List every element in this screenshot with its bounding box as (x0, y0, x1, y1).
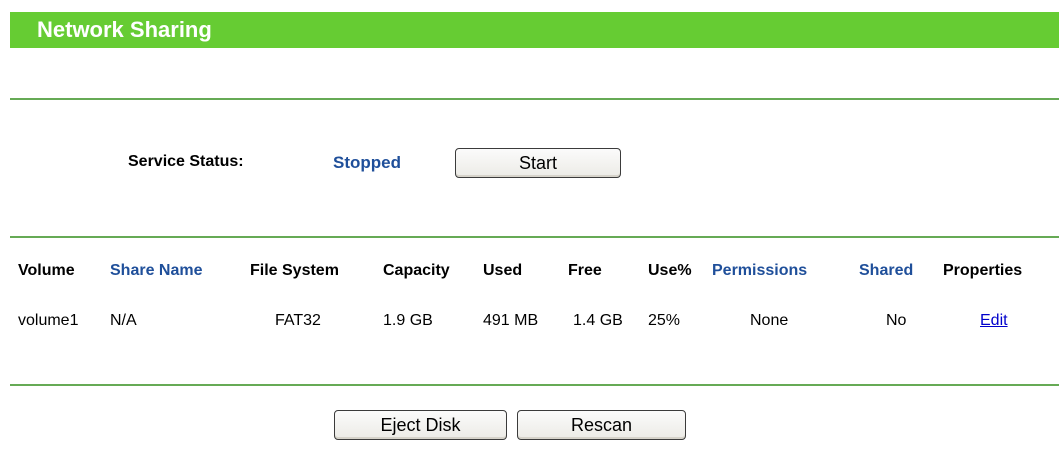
cell-free: 1.4 GB (573, 312, 623, 329)
divider (10, 384, 1059, 386)
cell-shared: No (886, 312, 907, 329)
title-bar: Network Sharing (10, 12, 1059, 48)
cell-share-name: N/A (110, 312, 137, 329)
divider (10, 98, 1059, 100)
column-header-free: Free (568, 262, 602, 279)
edit-link[interactable]: Edit (980, 312, 1008, 330)
divider (10, 236, 1059, 238)
column-header-capacity: Capacity (383, 262, 450, 279)
service-status-value: Stopped (333, 153, 401, 172)
column-header-file-system: File System (250, 262, 339, 279)
column-header-permissions[interactable]: Permissions (712, 262, 807, 280)
rescan-button[interactable]: Rescan (517, 410, 686, 440)
cell-volume: volume1 (18, 312, 79, 329)
service-status-label: Service Status: (128, 153, 244, 170)
column-header-share-name[interactable]: Share Name (110, 262, 203, 280)
cell-capacity: 1.9 GB (383, 312, 433, 329)
start-button[interactable]: Start (455, 148, 621, 178)
column-header-use-percent: Use% (648, 262, 692, 279)
cell-use-percent: 25% (648, 312, 681, 329)
eject-disk-button[interactable]: Eject Disk (334, 410, 507, 440)
cell-file-system: FAT32 (275, 312, 321, 329)
cell-used: 491 MB (483, 312, 539, 329)
column-header-shared[interactable]: Shared (859, 262, 913, 280)
cell-permissions: None (750, 312, 789, 329)
column-header-used: Used (483, 262, 523, 279)
column-header-properties: Properties (943, 262, 1023, 279)
column-header-volume: Volume (18, 262, 75, 279)
page-title: Network Sharing (37, 17, 212, 42)
